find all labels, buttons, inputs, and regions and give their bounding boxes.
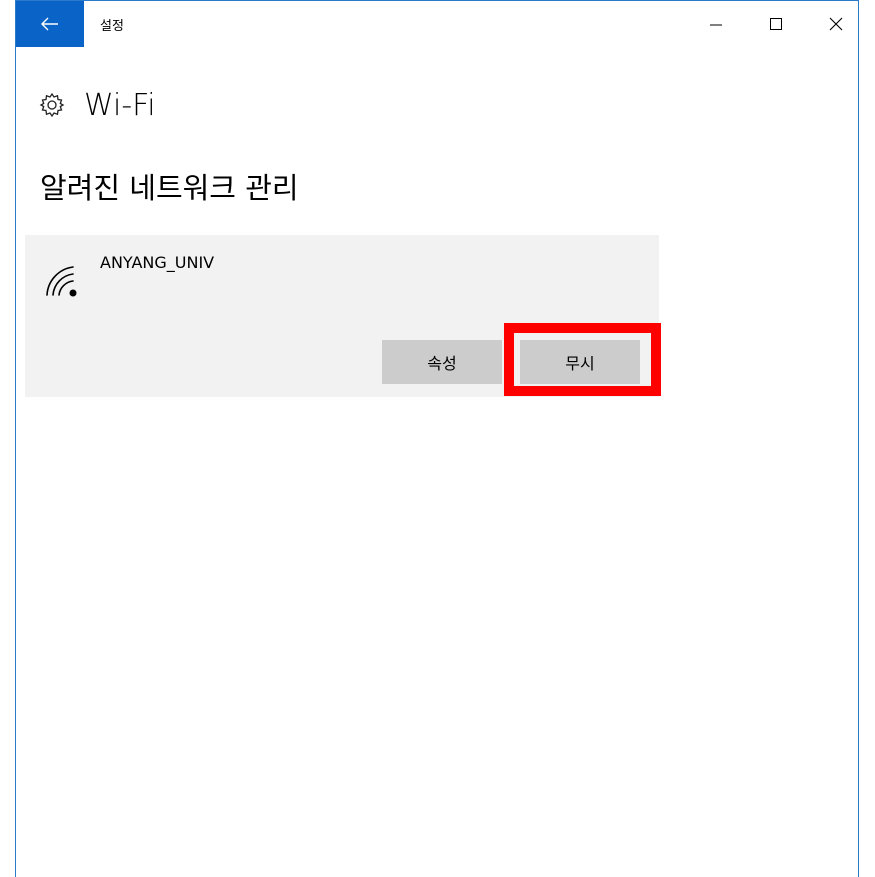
page-header: Wi-Fi [38, 85, 156, 125]
title-bar: 설정 [16, 1, 858, 47]
minimize-icon [710, 24, 722, 26]
arrow-left-icon [41, 17, 58, 31]
forget-button[interactable]: 무시 [520, 340, 640, 384]
network-name: ANYANG_UNIV [100, 253, 215, 272]
settings-window: 설정 Wi-Fi 알려진 네트워크 관리 ANYANG_UNIV 속성 무시 [15, 0, 859, 877]
back-button[interactable] [16, 1, 84, 47]
section-title: 알려진 네트워크 관리 [40, 171, 299, 205]
close-icon [829, 17, 843, 31]
network-list-item[interactable]: ANYANG_UNIV 속성 무시 [25, 235, 659, 397]
window-title: 설정 [100, 19, 124, 34]
minimize-button[interactable] [686, 1, 746, 47]
page-title: Wi-Fi [84, 87, 156, 123]
gear-icon [39, 92, 65, 118]
maximize-icon [770, 18, 782, 30]
wifi-signal-icon [46, 266, 77, 297]
close-button[interactable] [806, 1, 866, 47]
properties-button[interactable]: 속성 [382, 340, 502, 384]
maximize-button[interactable] [746, 1, 806, 47]
